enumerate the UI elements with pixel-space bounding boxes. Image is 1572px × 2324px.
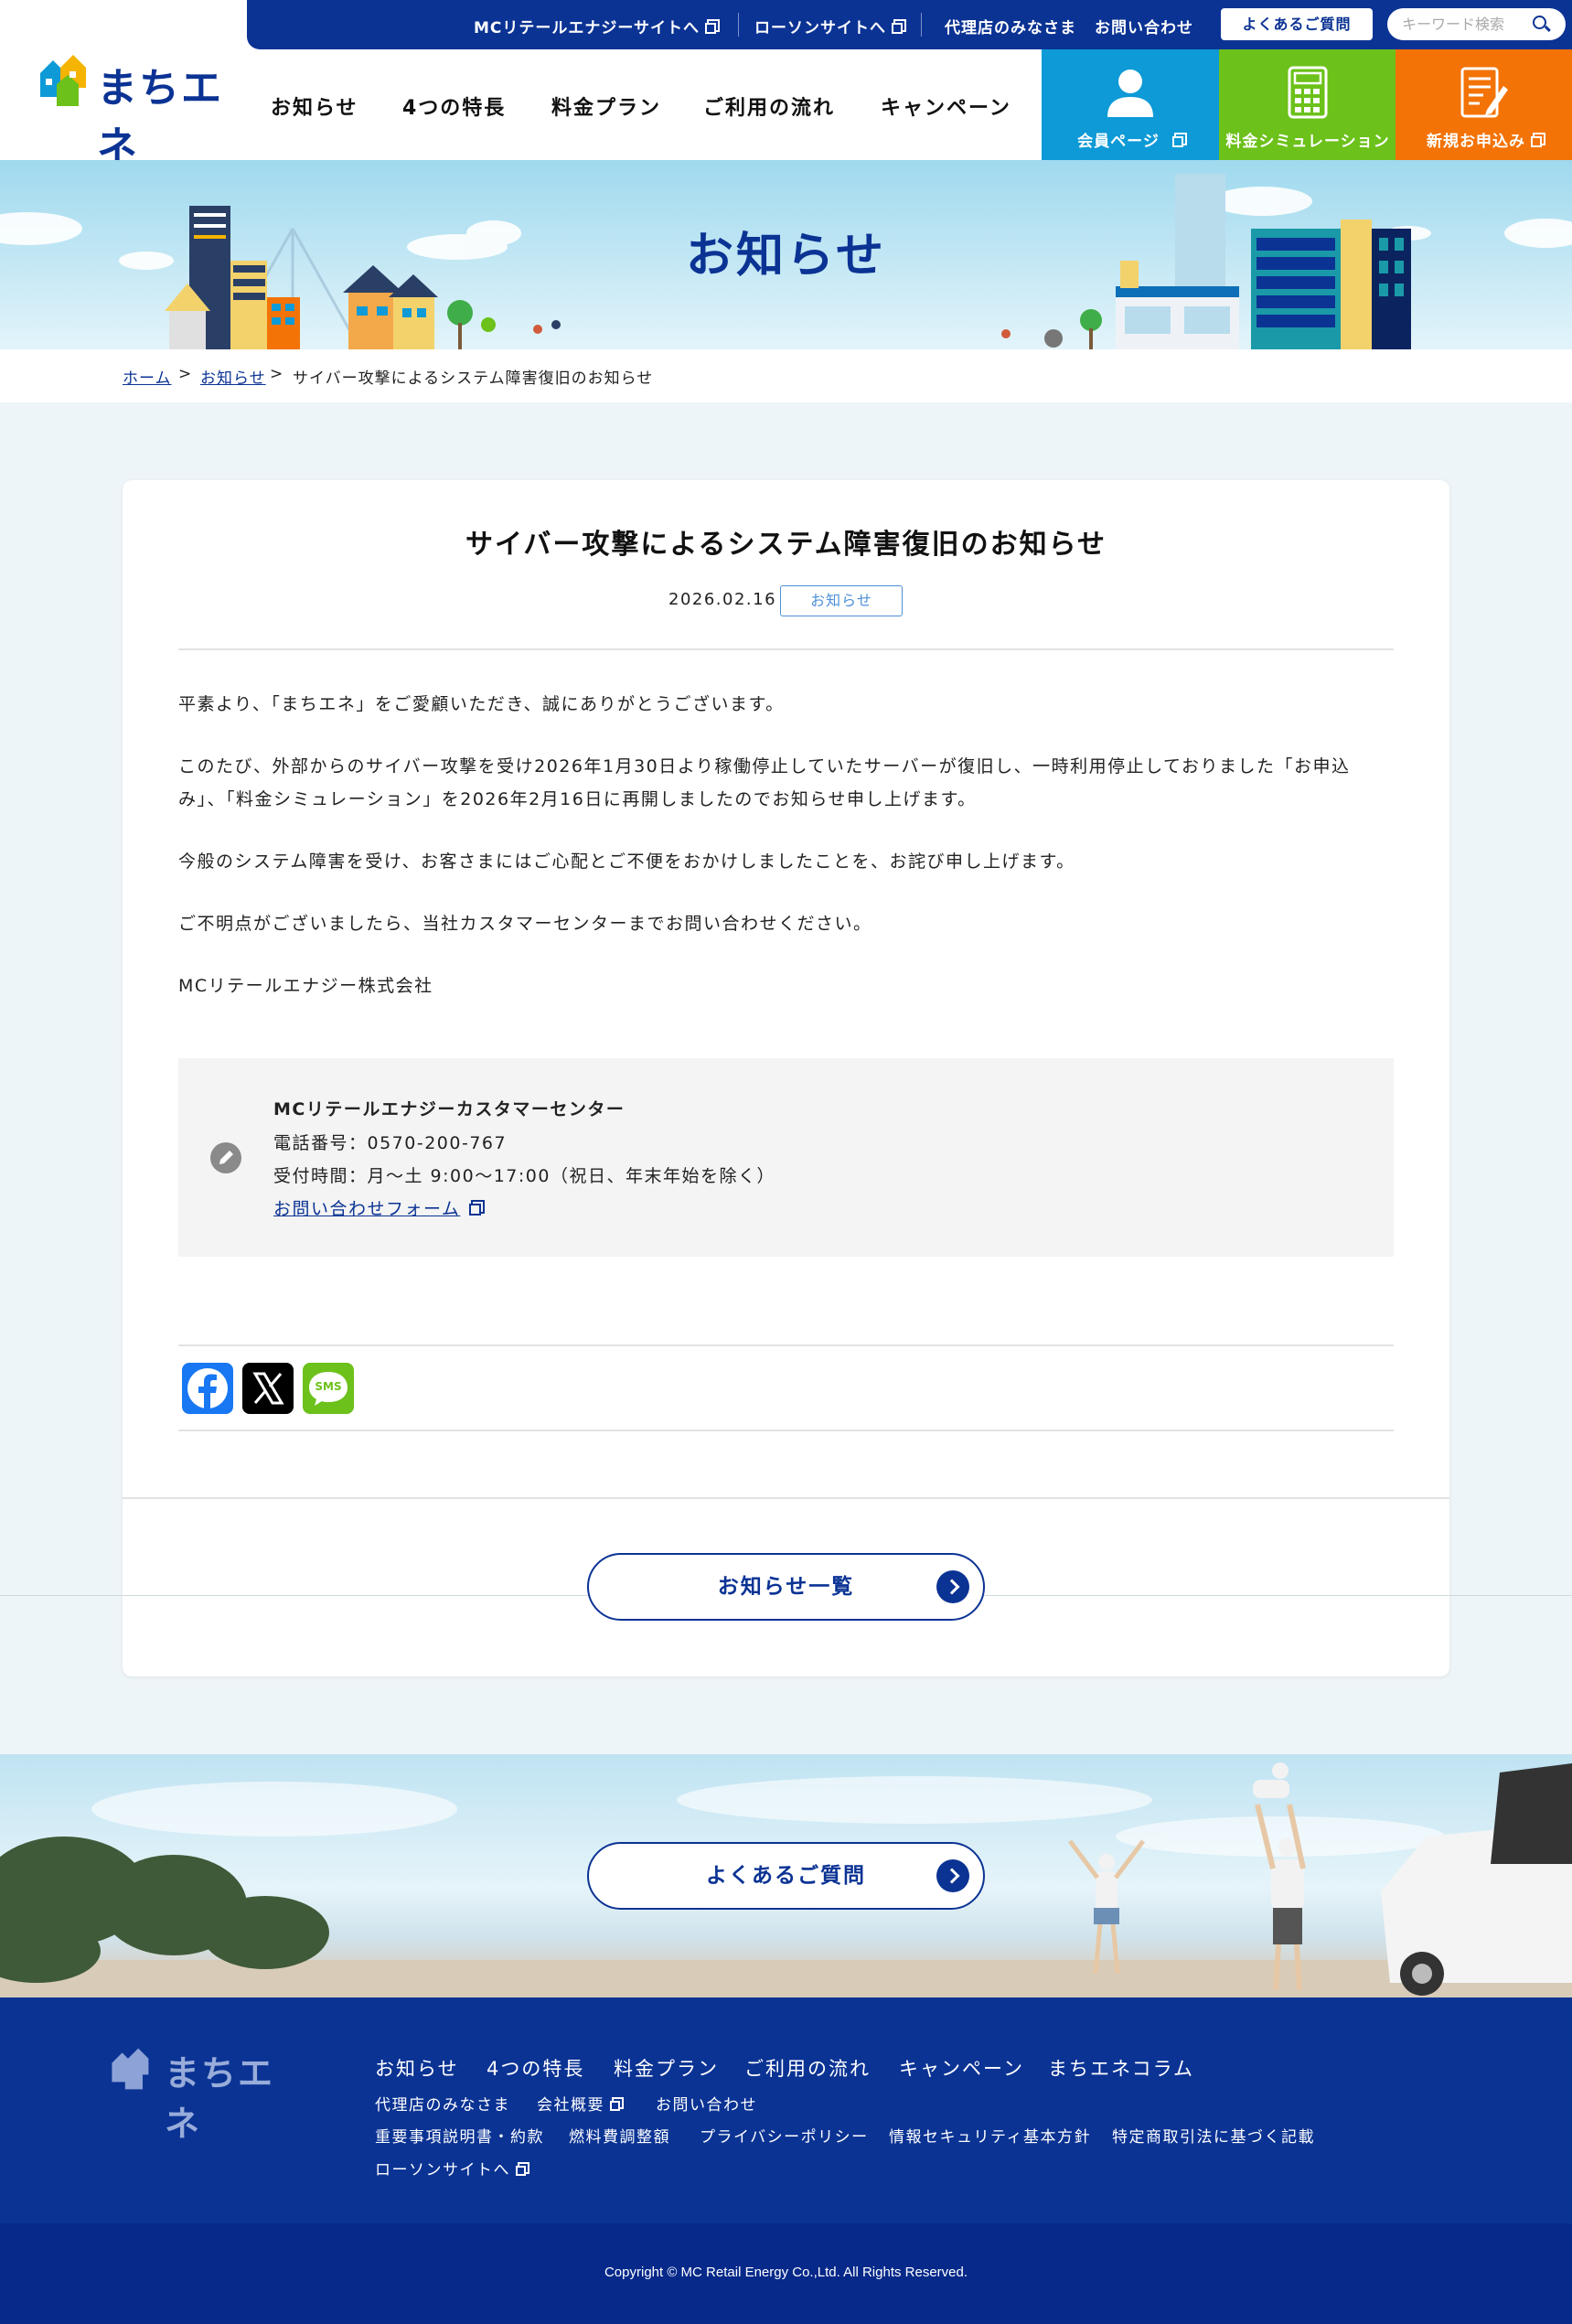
x-share-button[interactable]: [242, 1363, 294, 1414]
footer-nav-campaign[interactable]: キャンペーン: [899, 2054, 1024, 2082]
contact-phone: 電話番号：0570-200-767: [273, 1133, 508, 1153]
contact-hours: 受付時間：月～土 9:00～17:00（祝日、年末年始を除く）: [273, 1166, 775, 1186]
external-link-icon: [1531, 136, 1542, 147]
news-list-button[interactable]: お知らせ一覧: [587, 1553, 985, 1621]
external-link-icon: [892, 23, 903, 34]
breadcrumb-news[interactable]: お知らせ: [200, 365, 266, 388]
breadcrumb-current: サイバー攻撃によるシステム障害復旧のお知らせ: [293, 369, 654, 388]
external-link-icon: [1171, 136, 1183, 147]
external-link-icon: [469, 1204, 482, 1216]
divider: [178, 1344, 1394, 1346]
mc-retail-site-link[interactable]: MCリテールエナジーサイトへ: [474, 15, 717, 37]
footer-link-agency[interactable]: 代理店のみなさま: [375, 2092, 510, 2115]
house-logo-icon: [112, 2048, 149, 2090]
article-date: 2026.02.16: [668, 590, 777, 609]
logo-text: まちエネ: [165, 2053, 275, 2144]
page-title: お知らせ: [686, 229, 886, 284]
divider: [738, 13, 739, 37]
sms-share-button[interactable]: SMS: [303, 1363, 354, 1414]
facebook-icon: [187, 1368, 228, 1410]
divider: [178, 648, 1394, 650]
footer-nav-features[interactable]: 4つの特長: [487, 2054, 584, 2082]
chevron-right-icon: [936, 1859, 969, 1892]
divider: [921, 13, 922, 37]
article-paragraph: このたび、外部からのサイバー攻撃を受け2026年1月30日より稼働停止していたサ…: [178, 756, 1351, 809]
article-paragraph: ご不明点がございましたら、当社カスタマーセンターまでお問い合わせください。: [178, 914, 872, 934]
x-icon: [252, 1372, 284, 1405]
agency-link[interactable]: 代理店のみなさま: [945, 15, 1076, 37]
divider: [178, 1430, 1394, 1431]
breadcrumb-home[interactable]: ホーム: [123, 365, 172, 388]
nav-news[interactable]: お知らせ: [271, 91, 358, 121]
footer-link-fuel-adjustment[interactable]: 燃料費調整額: [569, 2124, 670, 2147]
cta-price-simulation[interactable]: 料金シミュレーション: [1219, 49, 1396, 160]
footer-link-contact[interactable]: お問い合わせ: [656, 2092, 757, 2115]
footer-nav-news[interactable]: お知らせ: [375, 2054, 459, 2082]
external-link-icon: [610, 2101, 620, 2111]
search-icon[interactable]: [1533, 16, 1546, 29]
contact-form-link[interactable]: お問い合わせフォーム: [273, 1195, 482, 1220]
footer-link-security-policy[interactable]: 情報セキュリティ基本方針: [889, 2124, 1091, 2147]
footer-link-privacy[interactable]: プライバシーポリシー: [700, 2124, 869, 2147]
logo-text: まちエネ: [97, 65, 223, 170]
lawson-site-link[interactable]: ローソンサイトへ: [754, 15, 903, 37]
cta-member-page[interactable]: 会員ページ: [1042, 49, 1219, 160]
nav-flow[interactable]: ご利用の流れ: [703, 91, 835, 121]
nav-pricing[interactable]: 料金プラン: [551, 91, 661, 121]
cta-new-application[interactable]: 新規お申込み: [1396, 49, 1572, 160]
article-paragraph: 平素より、「まちエネ」をご愛顧いただき、誠にありがとうございます。: [178, 694, 785, 714]
category-badge[interactable]: お知らせ: [780, 585, 903, 616]
faq-banner-button[interactable]: よくあるご質問: [587, 1842, 985, 1910]
application-form-icon: [1460, 67, 1508, 118]
facebook-share-button[interactable]: [182, 1363, 233, 1414]
external-link-icon: [516, 2166, 526, 2176]
nav-features[interactable]: 4つの特長: [402, 91, 506, 121]
user-icon: [1107, 70, 1153, 117]
article-paragraph: 今般のシステム障害を受け、お客さまにはご心配とご不便をおかけしましたことを、お詫…: [178, 851, 1075, 872]
footer-link-company[interactable]: 会社概要: [537, 2092, 620, 2115]
site-logo[interactable]: まちエネ: [33, 51, 225, 170]
external-link-icon: [705, 23, 717, 34]
house-logo-icon: [40, 55, 86, 106]
footer-nav-pricing[interactable]: 料金プラン: [614, 2054, 719, 2082]
calculator-icon: [1288, 66, 1328, 119]
nav-campaign[interactable]: キャンペーン: [881, 91, 1011, 121]
faq-button[interactable]: よくあるご質問: [1221, 8, 1373, 40]
page-hero: お知らせ: [0, 160, 1572, 349]
contact-center-name: MCリテールエナジーカスタマーセンター: [273, 1099, 626, 1119]
breadcrumb-separator: >: [178, 365, 193, 383]
copyright: Copyright © MC Retail Energy Co.,Ltd. Al…: [604, 2265, 968, 2280]
footer-nav-flow[interactable]: ご利用の流れ: [744, 2054, 871, 2082]
divider: [123, 1497, 1449, 1499]
utility-bar: [247, 0, 1572, 49]
footer-nav-column[interactable]: まちエネコラム: [1048, 2054, 1194, 2082]
footer-link-lawson[interactable]: ローソンサイトへ: [375, 2157, 526, 2179]
article-title: サイバー攻撃によるシステム障害復旧のお知らせ: [465, 529, 1107, 561]
chevron-right-icon: [936, 1570, 969, 1603]
footer-logo[interactable]: まちエネ: [106, 2043, 298, 2144]
article-signature: MCリテールエナジー株式会社: [178, 976, 433, 996]
footer-link-commercial-law[interactable]: 特定商取引法に基づく記載: [1112, 2124, 1315, 2147]
contact-link[interactable]: お問い合わせ: [1095, 15, 1193, 37]
pencil-icon: [210, 1142, 241, 1173]
footer-link-terms[interactable]: 重要事項説明書・約款: [375, 2124, 544, 2147]
contact-box: [178, 1058, 1394, 1257]
faq-banner: よくあるご質問: [0, 1754, 1572, 1997]
breadcrumb-separator: >: [270, 365, 284, 383]
